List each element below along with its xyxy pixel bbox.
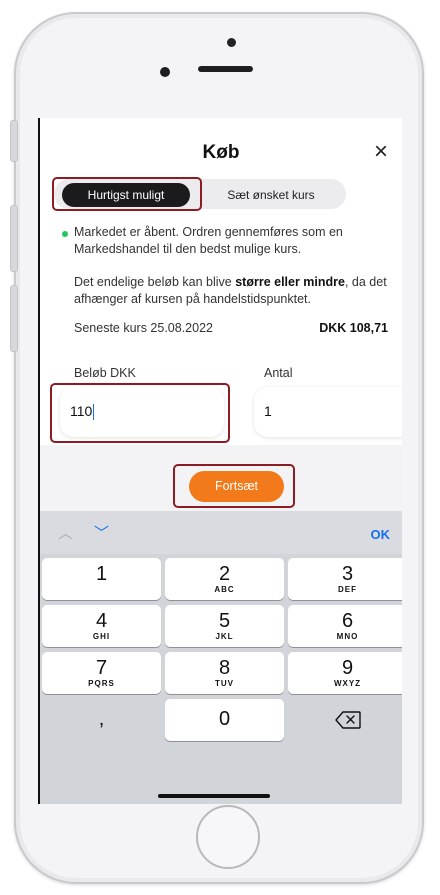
segment-saet-oensket-kurs[interactable]: Sæt ønsket kurs — [210, 183, 332, 207]
home-button[interactable] — [196, 805, 260, 869]
key-4[interactable]: 4 GHI — [42, 605, 161, 647]
page-title: Køb — [202, 142, 240, 163]
volume-up-button — [10, 205, 18, 272]
key-8[interactable]: 8 TUV — [165, 652, 284, 694]
key-6[interactable]: 6 MNO — [288, 605, 402, 647]
volume-down-button — [10, 285, 18, 352]
quantity-input[interactable]: 1 — [254, 387, 402, 437]
proximity-sensor — [160, 67, 170, 77]
key-0[interactable]: 0 — [165, 699, 284, 741]
close-icon[interactable]: × — [374, 138, 388, 166]
backspace-icon — [334, 711, 361, 729]
highlight-box-amount — [50, 383, 230, 443]
app-screen: Køb × Hurtigst muligt Sæt ønsket kurs Ma… — [38, 118, 402, 804]
amount-label: Beløb DKK — [74, 366, 136, 380]
backspace-key[interactable] — [288, 699, 402, 741]
key-2[interactable]: 2 ABC — [165, 558, 284, 600]
latest-price-value: DKK 108,71 — [319, 321, 388, 335]
highlight-box-order-type — [52, 177, 202, 211]
quantity-label: Antal — [264, 366, 293, 380]
key-7[interactable]: 7 PQRS — [42, 652, 161, 694]
price-notice-bold: større eller mindre — [235, 275, 345, 289]
market-status-text: Markedet er åbent. Ordren gennemføres so… — [74, 225, 343, 256]
market-open-status-dot — [62, 231, 68, 237]
quantity-input-value: 1 — [264, 403, 272, 419]
front-camera — [227, 38, 236, 47]
earpiece-speaker — [198, 66, 253, 72]
key-5[interactable]: 5 JKL — [165, 605, 284, 647]
key-1[interactable]: 1 — [42, 558, 161, 600]
mute-switch — [10, 120, 18, 162]
price-notice-start: Det endelige beløb kan blive — [74, 275, 236, 289]
key-3[interactable]: 3 DEF — [288, 558, 402, 600]
chevron-down-icon[interactable]: ﹀ — [94, 522, 109, 543]
key-comma[interactable]: , — [42, 699, 161, 741]
key-9[interactable]: 9 WXYZ — [288, 652, 402, 694]
highlight-box-continue — [173, 464, 295, 508]
keyboard-ok-button[interactable]: OK — [371, 527, 391, 542]
latest-price-label: Seneste kurs 25.08.2022 — [74, 321, 213, 335]
price-notice: Det endelige beløb kan blive større elle… — [74, 274, 394, 308]
chevron-up-icon[interactable]: ︿ — [58, 522, 73, 543]
home-indicator — [158, 794, 270, 798]
